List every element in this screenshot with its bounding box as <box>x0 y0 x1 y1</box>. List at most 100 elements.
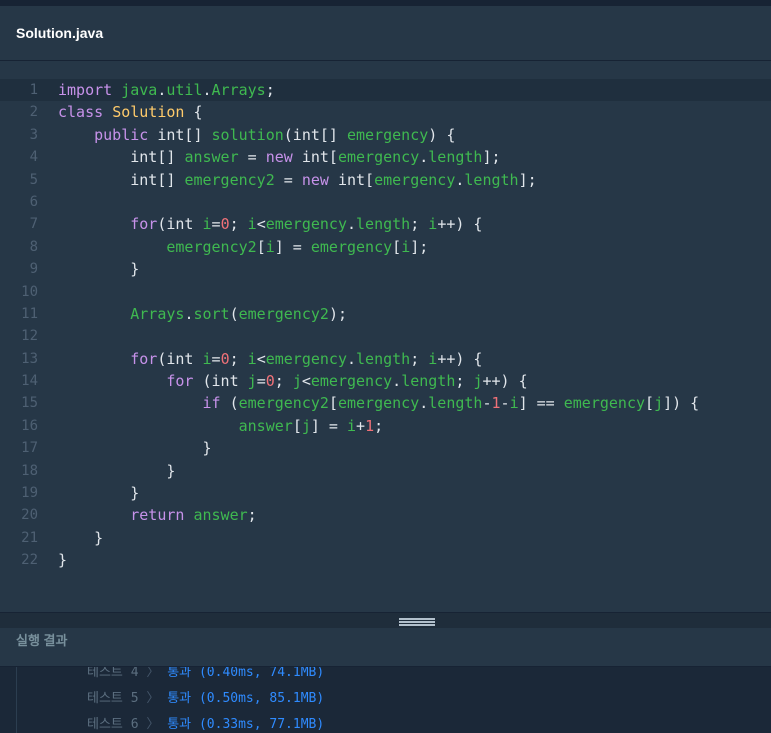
code-token: new <box>301 170 329 189</box>
code-token: java <box>121 81 158 99</box>
code-token: } <box>58 461 176 480</box>
code-line[interactable]: 14 for (int j=0; j<emergency.length; j++… <box>0 370 771 392</box>
code-token: ; <box>229 349 248 368</box>
code-token: ]; <box>482 148 501 167</box>
code-line[interactable]: 8 emergency2[i] = emergency[i]; <box>0 236 771 258</box>
line-text: public int[] solution(int[] emergency) { <box>58 124 455 146</box>
code-line[interactable]: 20 return answer; <box>0 504 771 526</box>
code-line[interactable]: 19 } <box>0 482 771 504</box>
code-token: i <box>265 237 275 256</box>
code-token: j <box>247 372 257 391</box>
code-line[interactable]: 6 <box>0 191 771 213</box>
code-line[interactable]: 17 } <box>0 437 771 459</box>
code-line[interactable]: 10 <box>0 281 771 303</box>
test-result-row: 테스트 5 〉 통과 (0.50ms, 85.1MB) <box>87 687 324 706</box>
code-token: = <box>238 148 266 167</box>
line-text: class Solution { <box>58 101 203 123</box>
code-token: i <box>401 237 411 256</box>
code-token: ; <box>229 215 248 234</box>
code-token: ; <box>274 372 293 391</box>
code-token: ; <box>265 81 275 99</box>
code-token: ]; <box>518 170 537 189</box>
code-token: i <box>247 349 257 368</box>
line-number: 11 <box>21 305 38 322</box>
code-token: ]) { <box>663 394 700 413</box>
code-token: - <box>500 394 510 413</box>
drag-handle-icon[interactable] <box>399 618 435 626</box>
code-token: { <box>184 103 203 122</box>
code-token: int[] <box>58 148 185 167</box>
code-line[interactable]: 11 Arrays.sort(emergency2); <box>0 303 771 325</box>
line-text: emergency2[i] = emergency[i]; <box>58 236 428 258</box>
code-token: [ <box>292 416 302 435</box>
test-result-row: 테스트 4 〉 통과 (0.40ms, 74.1MB) <box>87 667 324 680</box>
test-label: 테스트 4 <box>87 667 139 680</box>
code-token: . <box>202 81 212 99</box>
line-number: 4 <box>29 149 38 166</box>
code-line[interactable]: 5 int[] emergency2 = new int[emergency.l… <box>0 169 771 191</box>
code-token: . <box>419 394 429 413</box>
code-token: ) { <box>428 125 456 144</box>
code-token: [ <box>256 237 266 256</box>
code-token: answer <box>184 148 239 167</box>
code-token: ] == <box>518 394 564 413</box>
code-lines[interactable]: 1 import java.util.Arrays; 2 class Solution… <box>0 79 771 572</box>
line-text: if (emergency2[emergency.length-1-i] == … <box>58 392 700 414</box>
code-token: ; <box>374 416 384 435</box>
result-console[interactable]: 테스트 4 〉 통과 (0.40ms, 74.1MB) 테스트 5 〉 통과 (0… <box>0 667 771 733</box>
code-token: length <box>428 394 483 413</box>
line-text: for (int j=0; j<emergency.length; j++) { <box>58 370 527 392</box>
chevron-right-icon: 〉 <box>146 717 160 732</box>
code-line[interactable]: 1 import java.util.Arrays; <box>0 79 771 102</box>
line-number: 6 <box>29 193 38 210</box>
file-tab-title[interactable]: Solution.java <box>16 25 103 41</box>
code-line[interactable]: 3 public int[] solution(int[] emergency)… <box>0 124 771 146</box>
code-token: ; <box>247 506 257 525</box>
line-text: } <box>58 549 67 571</box>
code-token: ( <box>220 394 239 413</box>
code-token: } <box>58 551 68 570</box>
line-number: 3 <box>29 126 38 143</box>
line-number: 16 <box>21 417 38 434</box>
code-line[interactable]: 7 for(int i=0; i<emergency.length; i++) … <box>0 213 771 235</box>
code-token: (int <box>157 349 203 368</box>
code-token: . <box>392 372 402 391</box>
code-line[interactable]: 18 } <box>0 460 771 482</box>
code-token: length <box>356 349 411 368</box>
code-token: [ <box>328 394 338 413</box>
panel-splitter[interactable] <box>0 612 771 629</box>
code-token: ++) { <box>437 215 483 234</box>
line-number: 9 <box>29 261 38 278</box>
code-line[interactable]: 9 } <box>0 258 771 280</box>
code-token: ]; <box>410 237 429 256</box>
code-token: ; <box>410 349 429 368</box>
code-line[interactable]: 22} <box>0 549 771 571</box>
code-token: emergency <box>374 170 456 189</box>
code-line[interactable]: 13 for(int i=0; i<emergency.length; i++)… <box>0 348 771 370</box>
code-line[interactable]: 16 answer[j] = i+1; <box>0 415 771 437</box>
code-token: 0 <box>265 372 275 391</box>
code-line[interactable]: 12 <box>0 325 771 347</box>
code-token: length <box>428 148 483 167</box>
line-text: for(int i=0; i<emergency.length; i++) { <box>58 213 482 235</box>
code-token: Solution <box>112 103 185 122</box>
code-line[interactable]: 2 class Solution { <box>0 101 771 123</box>
line-number: 1 <box>29 82 38 98</box>
line-number: 13 <box>21 350 38 367</box>
code-token: i <box>202 349 212 368</box>
code-token: solution <box>211 125 284 144</box>
test-status: 통과 (0.33ms, 77.1MB) <box>167 717 325 732</box>
code-line[interactable]: 4 int[] answer = new int[emergency.lengt… <box>0 146 771 168</box>
line-text: } <box>58 527 103 549</box>
code-line[interactable]: 15 if (emergency2[emergency.length-1-i] … <box>0 392 771 414</box>
code-line[interactable]: 21 } <box>0 527 771 549</box>
code-token: int[ <box>328 170 375 189</box>
code-editor[interactable]: 1 import java.util.Arrays; 2 class Solution… <box>0 61 771 612</box>
code-token: ); <box>328 304 347 323</box>
